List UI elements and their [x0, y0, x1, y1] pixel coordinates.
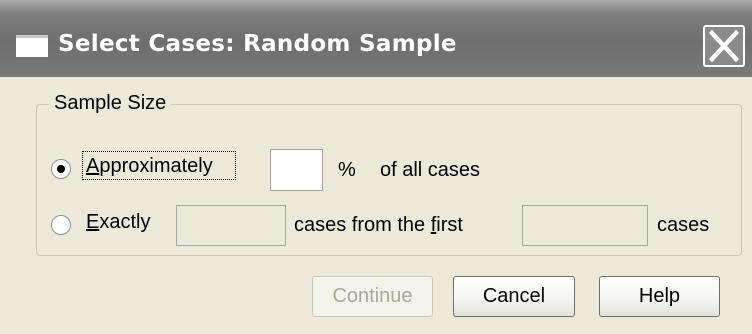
approximately-percent-field[interactable]: [271, 150, 322, 190]
random-sample-dialog: Select Cases: Random Sample Sample Size …: [0, 0, 752, 334]
exactly-count-field[interactable]: [177, 206, 285, 245]
approximately-mnemonic: A: [86, 155, 100, 177]
approximately-label[interactable]: Approximately: [86, 155, 213, 178]
cases-suffix-label: cases: [657, 214, 710, 236]
exactly-first-field[interactable]: [523, 206, 647, 245]
exactly-mnemonic: E: [86, 211, 100, 233]
sample-size-label: Sample Size: [49, 92, 172, 115]
cases-from-first-label: cases from the first: [294, 214, 463, 237]
continue-button[interactable]: Continue: [312, 276, 433, 317]
cases-from-the-text: cases from the: [294, 214, 431, 236]
of-all-cases-label: of all cases: [380, 159, 481, 181]
approximately-label-rest: pproximately: [99, 155, 213, 177]
first-rest-text: irst: [436, 214, 463, 236]
title-bar[interactable]: Select Cases: Random Sample: [0, 0, 752, 77]
exactly-radio[interactable]: [51, 215, 71, 235]
window-icon: [16, 35, 48, 57]
exactly-count-input[interactable]: [176, 205, 286, 246]
radio-selected-icon: [57, 165, 65, 173]
percent-symbol: %: [338, 159, 356, 181]
approximately-radio[interactable]: [51, 159, 71, 179]
exactly-label-rest: xactly: [99, 211, 151, 233]
close-button[interactable]: [703, 25, 745, 67]
approximately-percent-input[interactable]: [270, 149, 323, 191]
close-icon: [708, 29, 740, 63]
help-button[interactable]: Help: [599, 276, 720, 317]
window-title: Select Cases: Random Sample: [58, 31, 457, 57]
exactly-label[interactable]: Exactly: [86, 211, 150, 234]
cancel-button[interactable]: Cancel: [453, 276, 575, 317]
exactly-first-input[interactable]: [522, 205, 648, 246]
